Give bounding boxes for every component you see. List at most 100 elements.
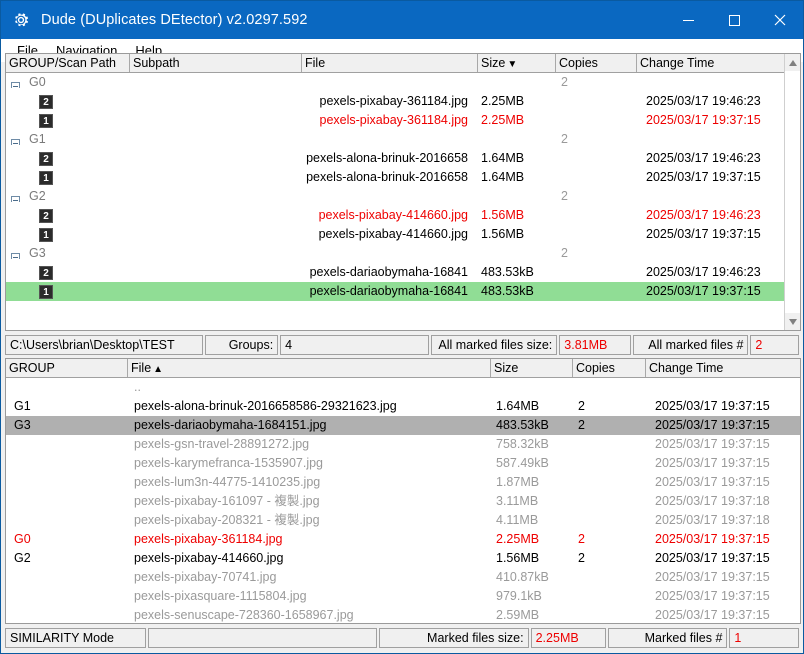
badge-number: 1 bbox=[39, 171, 53, 185]
badge-number: 1 bbox=[39, 114, 53, 128]
file-list-row[interactable]: pexels-pixabay-70741.jpg 410.87kB 2025/03/… bbox=[6, 568, 800, 587]
row-file-name: pexels-pixabay-161097 - 複製.jpg bbox=[134, 492, 486, 511]
file-list-row[interactable]: pexels-pixabay-161097 - 複製.jpg 3.11MB 2025… bbox=[6, 492, 800, 511]
file-marker-badge[interactable]: 2 bbox=[39, 92, 59, 111]
column-label: Change Time bbox=[640, 56, 714, 70]
tree-toggle-box[interactable] bbox=[11, 253, 20, 259]
scroll-up-icon[interactable] bbox=[785, 54, 801, 71]
duplicate-file-row[interactable]: 2 pexels-pixabay-414660.jpg 1.56MB 2025/03/… bbox=[6, 206, 800, 225]
group-header-row[interactable]: G1 2 bbox=[6, 130, 800, 149]
file-list-row[interactable]: .. bbox=[6, 378, 800, 397]
tree-collapse-icon[interactable] bbox=[11, 191, 25, 202]
duplicate-file-row[interactable]: 2 pexels-pixabay-361184.jpg 2.25MB 2025/03/… bbox=[6, 92, 800, 111]
group-id-label: G0 bbox=[24, 73, 124, 92]
duplicate-file-row[interactable]: 1 pexels-dariaobymaha-16841 483.53kB 2025/… bbox=[6, 282, 800, 301]
file-list-row[interactable]: G2 pexels-pixabay-414660.jpg 1.56MB 2 2025/0… bbox=[6, 549, 800, 568]
file-size-cell: 483.53kB bbox=[481, 263, 557, 282]
group-copies-count: 2 bbox=[561, 130, 631, 149]
file-marker-badge[interactable]: 2 bbox=[39, 263, 59, 282]
window-controls bbox=[665, 1, 803, 39]
scan-path-field[interactable]: C:\Users\brian\Desktop\TEST bbox=[5, 335, 203, 355]
duplicate-file-row[interactable]: 1 pexels-alona-brinuk-2016658 1.64MB 2025/0… bbox=[6, 168, 800, 187]
badge-number: 2 bbox=[39, 95, 53, 109]
row-change-time: 2025/03/17 19:37:15 bbox=[655, 530, 801, 549]
file-marker-badge[interactable]: 1 bbox=[39, 111, 59, 130]
groups-grid-header: GROUP/Scan Path Subpath File Size ▼ Copie… bbox=[6, 54, 800, 73]
row-change-time bbox=[655, 378, 801, 397]
window-title: Dude (DUplicates DEtector) v2.0297.592 bbox=[41, 12, 308, 28]
file-list-row[interactable]: pexels-senuscape-728360-1658967.jpg 2.59M… bbox=[6, 606, 800, 624]
row-change-time: 2025/03/17 19:37:15 bbox=[655, 587, 801, 606]
title-bar: Dude (DUplicates DEtector) v2.0297.592 bbox=[1, 1, 803, 39]
groups-vertical-scrollbar[interactable] bbox=[784, 54, 800, 330]
all-marked-count-value: 2 bbox=[750, 335, 799, 355]
group-id-label: G1 bbox=[24, 130, 124, 149]
file-list-row[interactable]: pexels-pixasquare-1115804.jpg 979.1kB 2025… bbox=[6, 587, 800, 606]
file-list-row[interactable]: G0 pexels-pixabay-361184.jpg 2.25MB 2 2025/0… bbox=[6, 530, 800, 549]
row-file-size: 1.56MB bbox=[496, 549, 574, 568]
column-header-copies[interactable]: Copies bbox=[556, 54, 637, 72]
row-file-size: 3.11MB bbox=[496, 492, 574, 511]
duplicate-file-row[interactable]: 2 pexels-dariaobymaha-16841 483.53kB 2025/… bbox=[6, 263, 800, 282]
column-header-copies[interactable]: Copies bbox=[573, 359, 646, 377]
minimize-button[interactable] bbox=[665, 1, 711, 39]
tree-collapse-icon[interactable] bbox=[11, 77, 25, 88]
groups-count-value: 4 bbox=[280, 335, 428, 355]
file-change-time-cell: 2025/03/17 19:46:23 bbox=[646, 263, 796, 282]
file-list-row[interactable]: pexels-lum3n-44775-1410235.jpg 1.87MB 2025… bbox=[6, 473, 800, 492]
tree-collapse-icon[interactable] bbox=[11, 134, 25, 145]
file-list-row[interactable]: G1 pexels-alona-brinuk-2016658586-2932162… bbox=[6, 397, 800, 416]
column-header-size[interactable]: Size bbox=[491, 359, 573, 377]
group-header-row[interactable]: G2 2 bbox=[6, 187, 800, 206]
file-marker-badge[interactable]: 1 bbox=[39, 168, 59, 187]
column-header-group[interactable]: GROUP bbox=[6, 359, 128, 377]
file-change-time-cell: 2025/03/17 19:46:23 bbox=[646, 149, 796, 168]
column-label: Copies bbox=[559, 56, 598, 70]
duplicate-file-row[interactable]: 1 pexels-pixabay-361184.jpg 2.25MB 2025/03/… bbox=[6, 111, 800, 130]
tree-toggle-box[interactable] bbox=[11, 139, 20, 145]
file-list-row[interactable]: pexels-karymefranca-1535907.jpg 587.49kB 2… bbox=[6, 454, 800, 473]
file-list-row[interactable]: G3 pexels-dariaobymaha-1684151.jpg 483.53k… bbox=[6, 416, 800, 435]
column-header-change-time[interactable]: Change Time bbox=[637, 54, 786, 72]
column-header-subpath[interactable]: Subpath bbox=[130, 54, 302, 72]
file-marker-badge[interactable]: 1 bbox=[39, 225, 59, 244]
file-marker-badge[interactable]: 2 bbox=[39, 149, 59, 168]
value-text: 1 bbox=[734, 629, 741, 647]
tree-toggle-box[interactable] bbox=[11, 82, 20, 88]
row-change-time: 2025/03/17 19:37:15 bbox=[655, 416, 801, 435]
column-header-file[interactable]: File ▲ bbox=[128, 359, 491, 377]
row-file-size: 2.25MB bbox=[496, 530, 574, 549]
status-spacer bbox=[148, 628, 376, 648]
marked-count-label: Marked files # bbox=[608, 628, 727, 648]
maximize-button[interactable] bbox=[711, 1, 757, 39]
close-button[interactable] bbox=[757, 1, 803, 39]
column-header-file[interactable]: File bbox=[302, 54, 478, 72]
similarity-mode-indicator[interactable]: SIMILARITY Mode bbox=[5, 628, 146, 648]
column-label: Change Time bbox=[649, 361, 723, 375]
tree-toggle-box[interactable] bbox=[11, 196, 20, 202]
duplicate-file-row[interactable]: 2 pexels-alona-brinuk-2016658 1.64MB 2025/0… bbox=[6, 149, 800, 168]
column-label: File bbox=[131, 361, 151, 375]
file-list-row[interactable]: pexels-gsn-travel-28891272.jpg 758.32kB 20… bbox=[6, 435, 800, 454]
group-header-row[interactable]: G0 2 bbox=[6, 73, 800, 92]
scrollbar-track[interactable] bbox=[785, 71, 801, 313]
label-text: Marked files # bbox=[645, 629, 723, 647]
column-header-size[interactable]: Size ▼ bbox=[478, 54, 556, 72]
mode-text: SIMILARITY Mode bbox=[10, 629, 114, 647]
file-marker-badge[interactable]: 2 bbox=[39, 206, 59, 225]
duplicate-file-row[interactable]: 1 pexels-pixabay-414660.jpg 1.56MB 2025/03/… bbox=[6, 225, 800, 244]
row-copies-count bbox=[578, 492, 646, 511]
tree-collapse-icon[interactable] bbox=[11, 248, 25, 259]
row-file-size: 1.87MB bbox=[496, 473, 574, 492]
column-header-group-scan-path[interactable]: GROUP/Scan Path bbox=[6, 54, 130, 72]
row-file-name: pexels-pixabay-70741.jpg bbox=[134, 568, 486, 587]
file-name-cell: pexels-alona-brinuk-2016658 bbox=[302, 149, 477, 168]
file-list-row[interactable]: pexels-pixabay-208321 - 複製.jpg 4.11MB 2025… bbox=[6, 511, 800, 530]
row-copies-count bbox=[578, 378, 646, 397]
file-change-time-cell: 2025/03/17 19:37:15 bbox=[646, 111, 796, 130]
column-header-change-time[interactable]: Change Time bbox=[646, 359, 800, 377]
scroll-down-icon[interactable] bbox=[785, 313, 801, 330]
file-marker-badge[interactable]: 1 bbox=[39, 282, 59, 301]
group-header-row[interactable]: G3 2 bbox=[6, 244, 800, 263]
row-copies-count: 2 bbox=[578, 416, 646, 435]
